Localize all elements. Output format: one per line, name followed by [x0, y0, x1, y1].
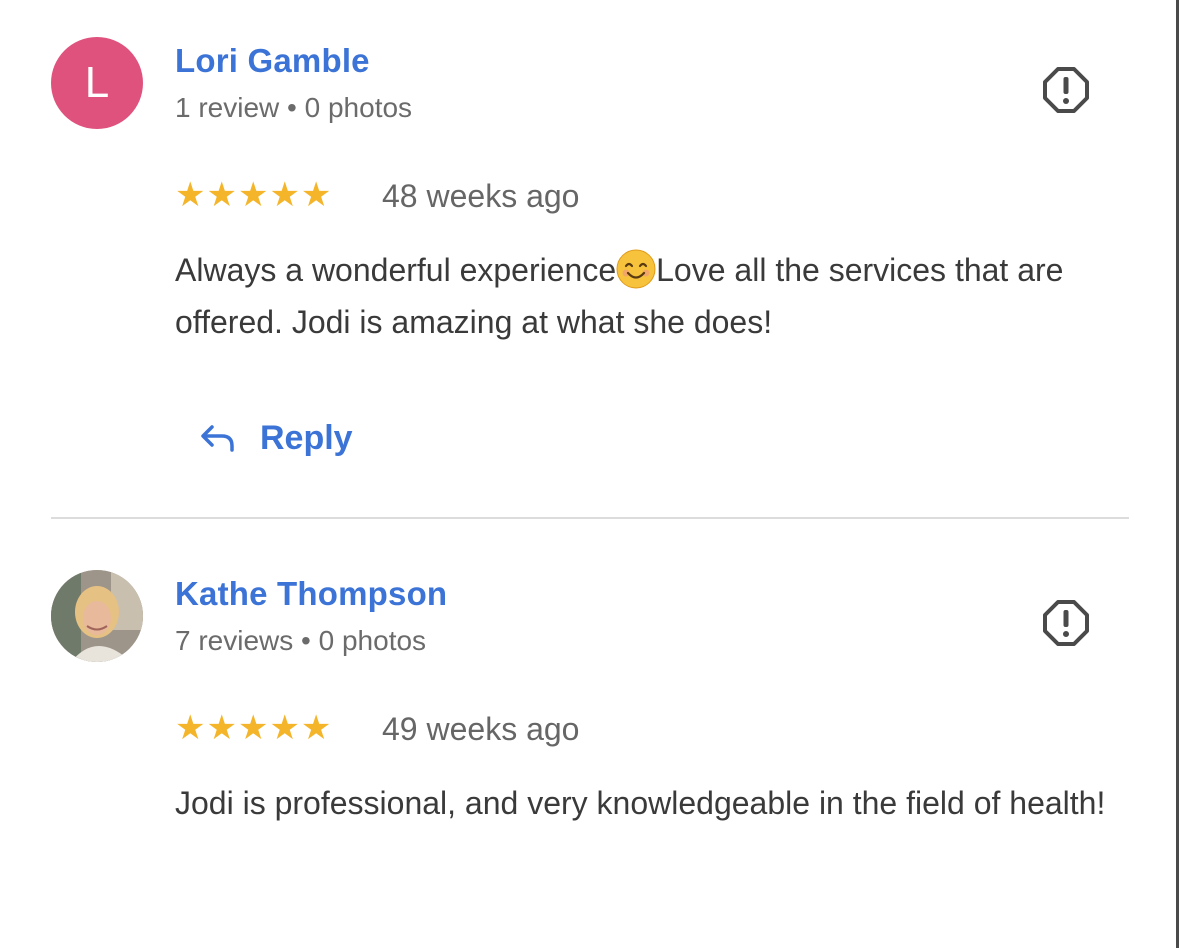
review-card-kathe-thompson: Kathe Thompson 7 reviews • 0 photos ★★★★… — [0, 519, 1170, 948]
review-time: 48 weeks ago — [382, 178, 580, 214]
reply-button[interactable]: Reply — [198, 418, 353, 458]
report-flag-icon[interactable] — [1042, 599, 1090, 647]
star-rating: ★★★★★ — [175, 709, 333, 747]
reply-label: Reply — [260, 418, 353, 457]
smiling-face-icon — [616, 249, 656, 289]
reviewer-name[interactable]: Kathe Thompson — [175, 575, 447, 613]
avatar[interactable] — [51, 570, 143, 662]
report-flag-icon[interactable] — [1042, 66, 1090, 114]
reviewer-stats: 1 review • 0 photos — [175, 92, 413, 123]
profile-photo — [51, 570, 143, 662]
reviews-panel: L Lori Gamble 1 review • 0 photos ★★★★★ … — [0, 0, 1179, 948]
review-text: Jodi is professional, and very knowledge… — [175, 785, 1106, 821]
review-text-part-1: Always a wonderful experience — [175, 252, 617, 288]
avatar-letter: L — [84, 58, 110, 107]
review-text: Always a wonderful experience Love all t… — [175, 244, 1135, 348]
review-card-lori-gamble: L Lori Gamble 1 review • 0 photos ★★★★★ … — [0, 0, 1170, 517]
avatar[interactable]: L — [51, 37, 143, 129]
star-rating: ★★★★★ — [175, 176, 333, 214]
reviewer-name[interactable]: Lori Gamble — [175, 42, 370, 80]
reply-arrow-icon — [201, 425, 234, 452]
review-time: 49 weeks ago — [382, 711, 580, 747]
reviewer-stats: 7 reviews • 0 photos — [175, 625, 427, 656]
